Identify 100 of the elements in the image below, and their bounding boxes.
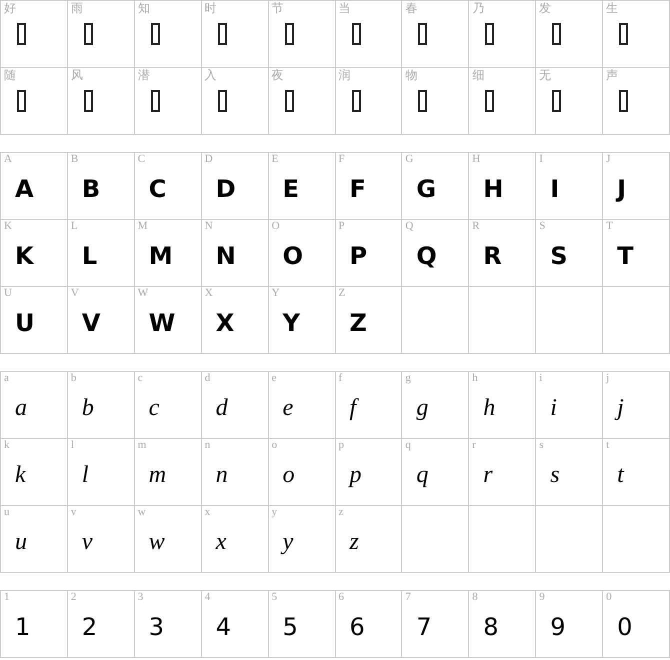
glyph-sample: n — [216, 463, 228, 487]
glyph-sample: 3 — [148, 615, 164, 639]
character-label: r — [472, 440, 476, 451]
character-label: 好 — [4, 2, 16, 14]
character-label: i — [539, 373, 542, 384]
missing-glyph-icon — [485, 23, 494, 45]
glyph-sample: K — [15, 244, 34, 268]
character-label: v — [70, 507, 76, 518]
glyph-sample: I — [550, 177, 560, 201]
missing-glyph-icon — [284, 23, 294, 45]
character-label: P — [338, 221, 345, 232]
character-label: m — [138, 440, 146, 451]
character-label: b — [70, 373, 76, 384]
glyph-sample: F — [350, 177, 366, 201]
character-label: y — [272, 507, 278, 518]
glyph-sample: R — [483, 244, 502, 268]
character-label: T — [606, 221, 613, 232]
glyph-sample: o — [282, 463, 295, 487]
missing-glyph-icon — [218, 23, 227, 45]
glyph-sample: 4 — [216, 615, 231, 639]
missing-glyph-icon — [84, 90, 93, 112]
missing-glyph-icon — [17, 90, 26, 112]
missing-glyph-icon — [552, 90, 562, 112]
glyph-sample: g — [416, 396, 428, 420]
glyph-sample: W — [148, 311, 176, 335]
character-label: 知 — [138, 2, 150, 14]
glyph-sample: Y — [282, 311, 300, 335]
glyph-sample: G — [416, 177, 436, 201]
character-label: 春 — [405, 2, 418, 14]
glyph-sample: S — [550, 244, 568, 268]
character-label: H — [472, 154, 480, 165]
glyph-sample: y — [282, 530, 294, 554]
glyph-sample: P — [350, 244, 368, 268]
glyph-sample: M — [148, 244, 173, 268]
character-label: W — [138, 288, 148, 299]
character-label: J — [606, 154, 610, 165]
character-label: 2 — [70, 592, 76, 603]
character-label: G — [405, 154, 414, 165]
character-label: 风 — [70, 69, 83, 81]
glyph-sample: 1 — [15, 615, 30, 639]
character-label: 夜 — [272, 69, 284, 81]
character-label: A — [4, 154, 12, 165]
character-label: 4 — [204, 592, 210, 603]
missing-glyph-icon — [619, 23, 628, 45]
character-label: 当 — [338, 2, 350, 14]
character-label: c — [138, 373, 143, 384]
character-label: 物 — [405, 69, 418, 81]
glyph-sample: J — [617, 177, 626, 201]
glyph-sample: d — [216, 396, 228, 420]
character-label: 雨 — [70, 2, 83, 14]
character-label: 细 — [472, 69, 484, 81]
character-label: h — [472, 373, 478, 384]
glyph-sample: f — [350, 396, 356, 420]
character-label: 6 — [338, 592, 344, 603]
glyph-sample: p — [350, 463, 362, 487]
character-label: x — [204, 507, 210, 518]
character-label: s — [539, 440, 544, 451]
missing-glyph-icon — [485, 90, 494, 112]
character-label: Z — [338, 288, 346, 299]
character-label: K — [4, 221, 12, 232]
glyph-sample: Q — [416, 244, 437, 268]
glyph-sample: v — [82, 530, 93, 554]
character-label: 节 — [272, 2, 284, 14]
glyph-sample: 8 — [483, 615, 499, 639]
glyph-sample: B — [82, 177, 100, 201]
character-label: D — [204, 154, 213, 165]
glyph-sample: k — [15, 463, 26, 487]
character-label: 入 — [204, 69, 217, 81]
character-label: M — [138, 221, 148, 232]
character-label: 潜 — [138, 69, 150, 81]
character-label: 声 — [606, 69, 618, 81]
glyph-sample: 7 — [416, 615, 432, 639]
character-label: w — [138, 507, 146, 518]
character-label: Y — [272, 288, 280, 299]
glyph-sample: i — [550, 396, 557, 420]
glyph-sample: Z — [350, 311, 367, 335]
character-label: 无 — [539, 69, 552, 81]
character-label: 9 — [539, 592, 545, 603]
character-label: B — [70, 154, 78, 165]
glyph-sample: b — [82, 396, 94, 420]
character-label: 3 — [138, 592, 144, 603]
character-label: 发 — [539, 2, 552, 14]
glyph-sample: m — [148, 463, 166, 487]
character-label: V — [70, 288, 79, 299]
character-label: L — [70, 221, 78, 232]
character-label: p — [338, 440, 344, 451]
missing-glyph-icon — [352, 23, 360, 45]
character-label: j — [606, 373, 610, 384]
character-label: I — [539, 154, 543, 165]
character-label: k — [4, 440, 10, 451]
glyph-sample: E — [282, 177, 299, 201]
character-label: d — [204, 373, 210, 384]
glyph-sample: s — [550, 463, 560, 487]
character-label: n — [204, 440, 210, 451]
character-label: X — [204, 288, 213, 299]
missing-glyph-icon — [418, 90, 428, 112]
missing-glyph-icon — [552, 23, 562, 45]
character-label: a — [4, 373, 9, 384]
character-label: 随 — [4, 69, 16, 81]
character-label: 7 — [405, 592, 411, 603]
